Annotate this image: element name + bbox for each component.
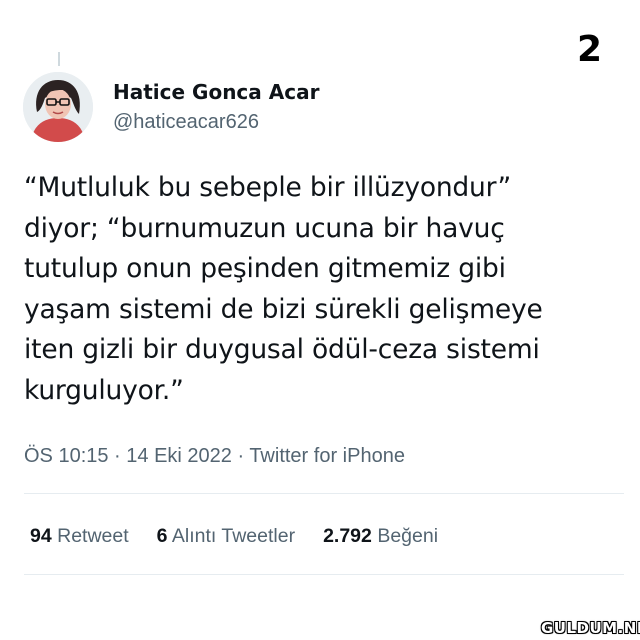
tweet-text-line: iten gizli bir duygusal ödül-ceza sistem… <box>24 334 540 365</box>
retweet-count-value: 94 <box>30 525 52 547</box>
tweet-author[interactable]: Hatice Gonca Acar @haticeacar626 <box>113 80 319 134</box>
page-number: 2 <box>577 29 603 70</box>
author-name[interactable]: Hatice Gonca Acar <box>113 80 319 104</box>
quote-label: Alıntı Tweetler <box>171 525 296 547</box>
tweet-text-line: tutulup onun peşinden gitmemiz gibi <box>24 253 506 284</box>
like-label: Beğeni <box>377 525 439 547</box>
like-count-value: 2.792 <box>323 525 372 547</box>
retweet-label: Retweet <box>57 525 129 547</box>
tweet-text-line: “Mutluluk bu sebeple bir illüzyondur” <box>24 172 511 203</box>
engagement-stats: 94 Retweet 6 Alıntı Tweetler 2.792 Beğen… <box>30 523 466 549</box>
avatar[interactable] <box>23 72 93 142</box>
watermark: GULDUM.NET <box>541 619 640 637</box>
thread-connector-line <box>58 52 60 66</box>
quote-tweet-count[interactable]: 6 Alıntı Tweetler <box>157 523 295 549</box>
profile-photo-avatar-icon <box>23 72 93 142</box>
tweet-text-line: diyor; “burnumuzun ucuna bir havuç <box>24 212 505 244</box>
author-handle[interactable]: @haticeacar626 <box>113 110 319 134</box>
tweet-text: “Mutluluk bu sebeple bir illüzyondur” di… <box>24 168 624 411</box>
like-count[interactable]: 2.792 Beğeni <box>323 523 438 549</box>
divider <box>24 493 624 494</box>
tweet-text-line: yaşam sistemi de bizi sürekli gelişmeye <box>24 293 543 325</box>
retweet-count[interactable]: 94 Retweet <box>30 523 129 549</box>
divider <box>24 574 624 575</box>
tweet-text-line: kurguluyor.” <box>24 374 184 406</box>
quote-count-value: 6 <box>156 525 168 547</box>
tweet-timestamp[interactable]: ÖS 10:15 · 14 Eki 2022 · Twitter for iPh… <box>24 442 405 470</box>
